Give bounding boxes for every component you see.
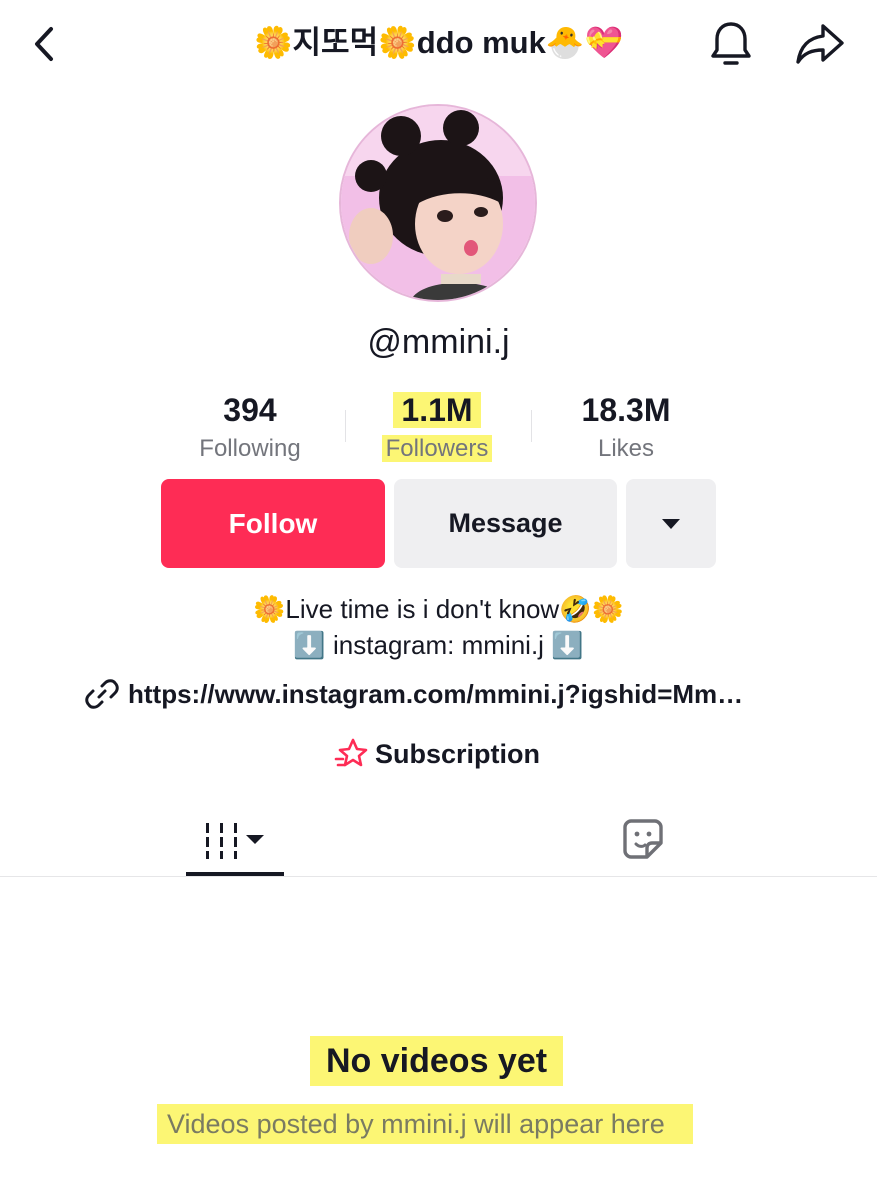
- follow-button[interactable]: Follow: [161, 479, 385, 568]
- followers-label: Followers: [381, 435, 493, 462]
- more-options-button[interactable]: [626, 479, 716, 568]
- subscription-label: Subscription: [375, 738, 541, 769]
- sticker-icon: [623, 819, 663, 859]
- back-button[interactable]: [18, 18, 70, 70]
- tab-videos[interactable]: [186, 806, 284, 876]
- bio-link-text: https://www.instagram.com/mmini.j?igshid…: [128, 678, 744, 709]
- bio-line-2: ⬇️ instagram: mmini.j ⬇️: [293, 630, 584, 660]
- avatar-photo: [341, 106, 535, 300]
- message-button[interactable]: Message: [394, 479, 617, 568]
- profile-title: 🌼지또먹🌼ddo muk🐣💝: [253, 25, 624, 60]
- subscription-link[interactable]: Subscription: [333, 734, 540, 774]
- empty-state-subtitle: Videos posted by mmini.j will appear her…: [157, 1104, 693, 1144]
- tabs-divider: [0, 876, 877, 877]
- share-arrow-icon: [796, 24, 844, 64]
- link-icon: [85, 679, 119, 709]
- subscription-star-icon: [334, 738, 368, 767]
- grid-bars-icon: [206, 823, 264, 859]
- empty-state-title: No videos yet: [310, 1036, 564, 1086]
- following-label[interactable]: Following: [180, 432, 320, 466]
- notifications-button[interactable]: [703, 16, 759, 72]
- following-count[interactable]: 394: [190, 390, 310, 430]
- stats-divider: [345, 410, 346, 442]
- avatar[interactable]: [339, 104, 537, 302]
- chevron-left-icon: [35, 27, 53, 61]
- bio-line-1: 🌼Live time is i don't know🤣🌼: [253, 594, 624, 624]
- stats-divider: [531, 410, 532, 442]
- followers-count: 1.1M: [393, 392, 481, 428]
- bio-link[interactable]: https://www.instagram.com/mmini.j?igshid…: [84, 674, 743, 714]
- tab-stickers[interactable]: [604, 806, 682, 872]
- followers-count-wrap[interactable]: 1.1M: [386, 390, 488, 430]
- likes-count[interactable]: 18.3M: [560, 390, 692, 430]
- caret-down-icon: [662, 518, 680, 529]
- likes-label[interactable]: Likes: [566, 432, 686, 466]
- bell-icon: [711, 22, 751, 65]
- share-button[interactable]: [790, 16, 850, 72]
- username: @mmini.j: [367, 323, 510, 361]
- followers-label-wrap[interactable]: Followers: [380, 432, 494, 466]
